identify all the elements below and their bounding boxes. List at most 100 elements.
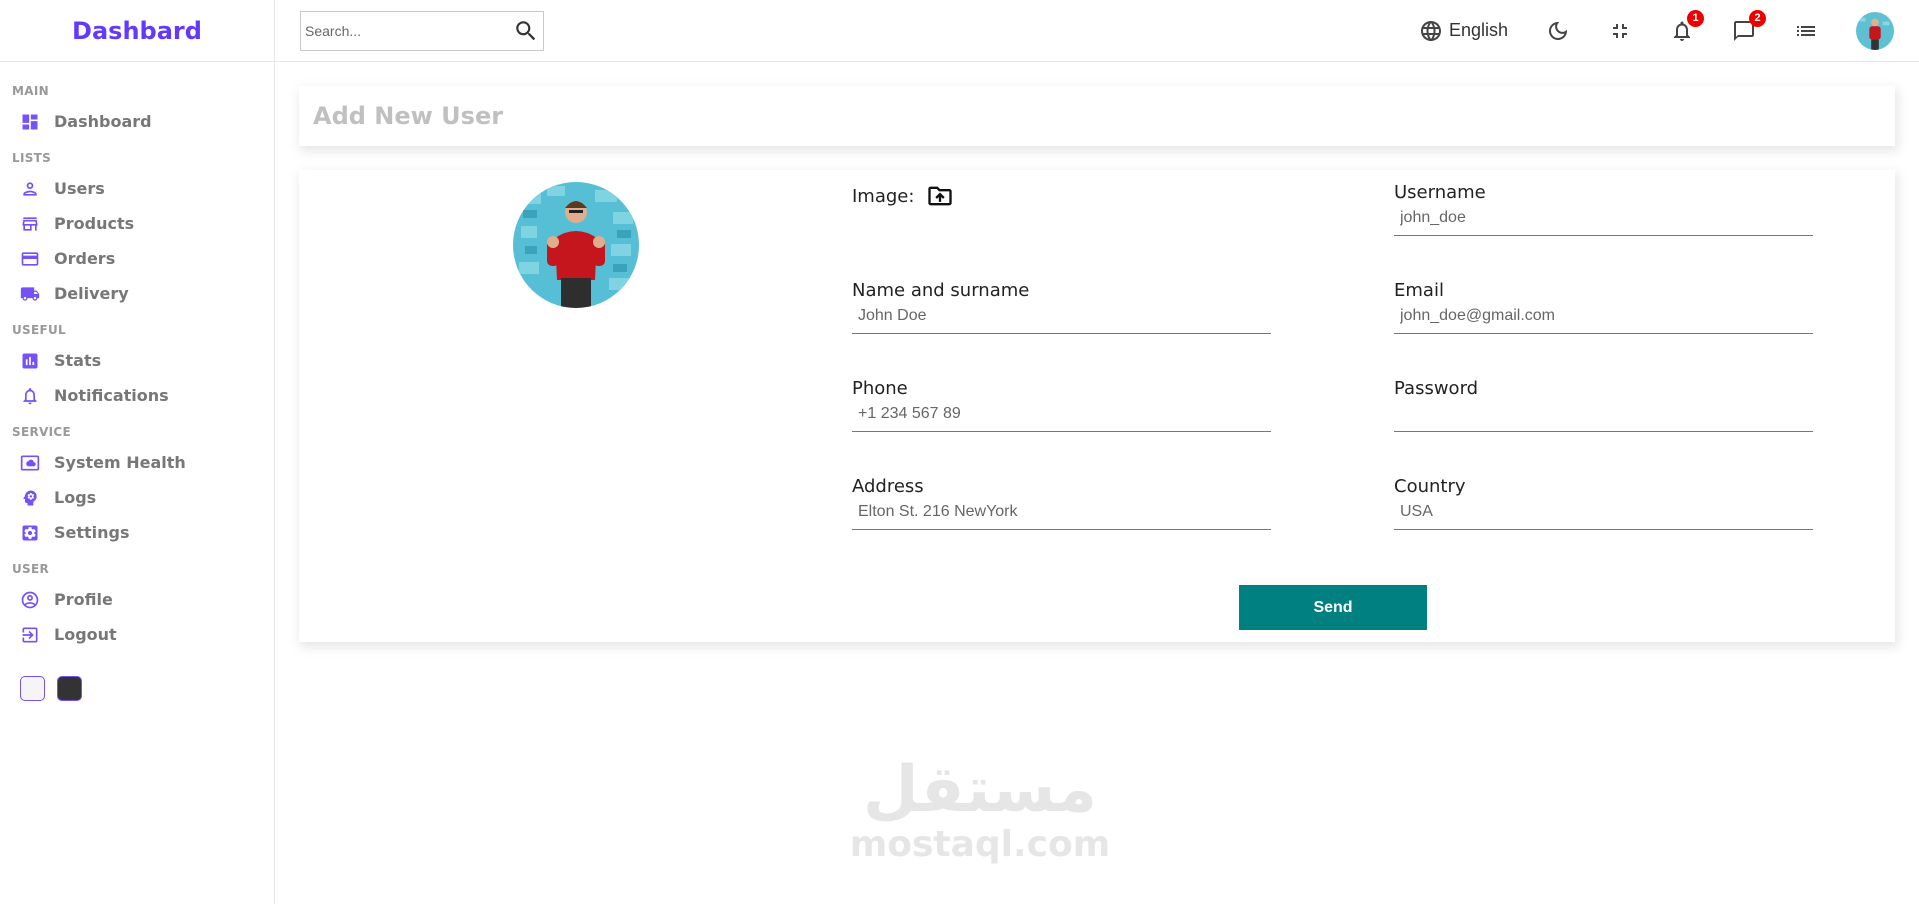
messages-button[interactable]: 2 [1732,9,1766,43]
avatar-preview [512,182,639,308]
section-title-useful: USEFUL [12,323,66,337]
avatar-image [1856,11,1894,50]
search-input[interactable] [305,22,513,39]
globe-icon [1420,20,1441,41]
page-title-box: Add New User [299,86,1895,146]
dark-mode-toggle[interactable] [1546,19,1570,43]
email-input[interactable] [1394,301,1813,334]
topbar: English 1 2 [275,0,1919,62]
sidebar-item-label: Orders [54,249,116,268]
phone-field: Phone [852,378,1271,432]
theme-switcher [12,676,274,701]
sidebar-item-stats[interactable]: Stats [12,343,274,378]
section-title-main: MAIN [12,84,49,98]
form-fields-area: Image: Username Name and surname Email [852,170,1895,642]
sidebar-item-label: Profile [54,590,113,609]
settings-icon [22,525,38,540]
watermark-latin: mostaql.com [849,824,1111,865]
fullscreen-exit-icon [1613,23,1627,38]
truck-icon [20,286,40,301]
dashboard-icon [22,114,38,129]
account-circle-icon [21,591,39,608]
language-selector[interactable]: English [1419,19,1508,43]
new-user-form-card: Image: Username Name and surname Email [299,170,1895,642]
country-field: Country [1394,476,1813,530]
content-area: Add New User Image: Username john_doe Na… [275,62,1919,642]
sidebar-item-logs[interactable]: Logs [12,480,274,515]
notifications-button[interactable]: 1 [1670,9,1704,43]
name-label: Name and surname [852,280,1030,301]
username-input[interactable] [1394,203,1813,236]
light-theme-option[interactable] [20,676,45,701]
search-icon[interactable] [513,18,539,44]
image-label: Image: [852,185,915,207]
sidebar-item-dashboard[interactable]: Dashboard [12,104,274,139]
app-root: Dashbard MAIN Dashboard LISTS Users Prod… [0,0,1919,904]
user-avatar[interactable] [1856,11,1894,50]
logout-icon [22,627,38,642]
messages-badge: 2 [1749,9,1766,27]
email-label: Email [1394,280,1444,301]
password-input[interactable] [1394,399,1813,432]
sidebar-item-notifications[interactable]: Notifications [12,378,274,413]
avatar-preview-image [512,182,639,308]
sidebar-item-profile[interactable]: Profile [12,582,274,617]
sidebar: Dashbard MAIN Dashboard LISTS Users Prod… [0,0,275,904]
sidebar-item-orders[interactable]: Orders [12,241,274,276]
language-label: English [1448,20,1508,40]
image-upload-field: Image: [852,182,954,210]
cloud-icon [20,455,40,470]
address-field: Address [852,476,1271,530]
avatar-preview-area [299,170,852,642]
address-input[interactable] [852,497,1271,530]
sidebar-item-label: Logs [54,488,97,507]
fullscreen-exit-button[interactable] [1608,19,1632,43]
username-field: Username [1394,182,1813,236]
country-input[interactable] [1394,497,1813,530]
page-title: Add New User [313,102,504,130]
sidebar-item-system-health[interactable]: System Health [12,445,274,480]
section-title-lists: LISTS [12,151,52,165]
address-label: Address [852,476,924,497]
password-field: Password [1394,378,1813,432]
bell-icon [23,387,37,404]
sidebar-nav: MAIN Dashboard LISTS Users Products Orde… [0,62,274,701]
logo-area: Dashbard [0,0,274,62]
app-logo[interactable]: Dashbard [72,17,202,45]
main-area: English 1 2 [275,0,1919,904]
psychology-icon [23,490,37,505]
moon-icon [1549,21,1567,40]
dark-theme-option[interactable] [57,676,82,701]
watermark: مستقل mostaql.com [840,750,1120,890]
section-title-user: USER [12,562,50,576]
list-icon [1797,25,1815,36]
list-menu-button[interactable] [1794,19,1818,43]
sidebar-item-products[interactable]: Products [12,206,274,241]
person-icon [23,181,37,196]
sidebar-item-label: Stats [54,351,102,370]
username-label: Username [1394,182,1486,203]
sidebar-item-label: Users [54,179,105,198]
sidebar-item-logout[interactable]: Logout [12,617,274,652]
topbar-items: English 1 2 [1381,9,1894,50]
store-icon [22,216,38,231]
sidebar-item-users[interactable]: Users [12,171,274,206]
sidebar-item-label: System Health [54,453,186,472]
phone-input[interactable] [852,399,1271,432]
bar-chart-icon [22,353,38,368]
drive-folder-upload-icon[interactable] [926,182,954,210]
sidebar-item-settings[interactable]: Settings [12,515,274,550]
watermark-arabic: مستقل [862,753,1098,827]
name-field: Name and surname [852,280,1271,334]
credit-card-icon [21,251,39,266]
sidebar-item-label: Delivery [54,284,129,303]
sidebar-item-label: Dashboard [54,112,152,131]
sidebar-item-label: Products [54,214,135,233]
sidebar-item-label: Settings [54,523,130,542]
country-label: Country [1394,476,1466,497]
section-title-service: SERVICE [12,425,71,439]
search-box [300,10,544,51]
send-button[interactable]: Send [1239,585,1427,630]
sidebar-item-delivery[interactable]: Delivery [12,276,274,311]
name-input[interactable] [852,301,1271,334]
